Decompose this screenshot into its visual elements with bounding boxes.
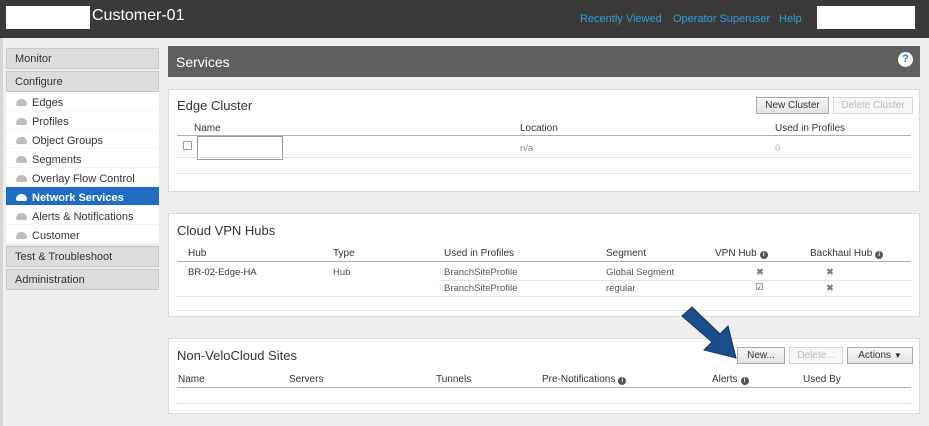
sidebar-item-segments[interactable]: Segments bbox=[6, 149, 159, 168]
page-title: Services bbox=[176, 54, 230, 70]
cloud-icon bbox=[16, 175, 27, 182]
help-link[interactable]: Help bbox=[779, 12, 802, 26]
row-checkbox[interactable] bbox=[183, 141, 192, 150]
column-header-used-in-profiles[interactable]: Used in Profiles bbox=[444, 248, 514, 259]
hub-name[interactable]: BR-02-Edge-HA bbox=[188, 267, 257, 278]
hub-profile[interactable]: BranchSiteProfile bbox=[444, 267, 517, 278]
hub-type: Hub bbox=[333, 267, 351, 278]
sidebar-configure[interactable]: Configure bbox=[6, 71, 159, 92]
info-icon[interactable]: i bbox=[740, 377, 749, 385]
row-divider bbox=[177, 310, 911, 311]
backhaul-cross-icon: ✖ bbox=[826, 283, 834, 294]
edge-cluster-title: Edge Cluster bbox=[177, 98, 253, 113]
row-divider bbox=[439, 280, 911, 281]
vpn-hubs-title: Cloud VPN Hubs bbox=[177, 223, 276, 238]
sidebar-monitor[interactable]: Monitor bbox=[6, 48, 159, 69]
recently-viewed-link[interactable]: Recently Viewed bbox=[580, 12, 662, 26]
customer-title: Customer-01 bbox=[92, 7, 185, 24]
non-velocloud-sites-panel: Non-VeloCloud Sites New... Delete... Act… bbox=[168, 338, 920, 414]
column-header-tunnels[interactable]: Tunnels bbox=[436, 374, 471, 385]
cluster-used-count: 0 bbox=[775, 143, 781, 154]
cloud-icon bbox=[16, 232, 27, 239]
row-divider bbox=[177, 403, 911, 404]
sidebar-test-troubleshoot[interactable]: Test & Troubleshoot bbox=[6, 246, 159, 267]
column-header-backhaul-hub[interactable]: Backhaul Hub i bbox=[810, 248, 884, 259]
column-header-used-by[interactable]: Used By bbox=[803, 374, 841, 385]
sidebar-administration[interactable]: Administration bbox=[6, 269, 159, 290]
sidebar-item-customer[interactable]: Customer bbox=[6, 225, 159, 244]
cloud-icon bbox=[16, 118, 27, 125]
row-divider bbox=[177, 157, 911, 158]
caret-down-icon: ▼ bbox=[893, 351, 902, 360]
sidebar-item-overlay-flow-control[interactable]: Overlay Flow Control bbox=[6, 168, 159, 187]
delete-nvs-button[interactable]: Delete... bbox=[789, 347, 843, 364]
cloud-icon bbox=[16, 137, 27, 144]
column-header-location[interactable]: Location bbox=[520, 123, 558, 134]
row-divider bbox=[177, 296, 911, 297]
actions-button[interactable]: Actions ▼ bbox=[847, 347, 913, 364]
column-header-pre-notifications[interactable]: Pre-Notifications i bbox=[542, 374, 627, 385]
services-header: Services ? bbox=[168, 46, 920, 77]
column-header-hub[interactable]: Hub bbox=[188, 248, 206, 259]
info-icon[interactable]: i bbox=[618, 377, 627, 385]
delete-cluster-button[interactable]: Delete Cluster bbox=[833, 97, 913, 114]
vpn-hub-check-icon: ☑ bbox=[755, 282, 764, 293]
new-nvs-button[interactable]: New... bbox=[737, 347, 785, 364]
sidebar-item-network-services[interactable]: Network Services bbox=[6, 187, 159, 206]
hub-segment: regular bbox=[606, 283, 636, 294]
cluster-location: n/a bbox=[520, 143, 534, 154]
header-divider bbox=[177, 261, 911, 262]
sidebar: Monitor Configure Edges Profiles Object … bbox=[6, 48, 159, 290]
hub-segment: Global Segment bbox=[606, 267, 675, 278]
nvs-title: Non-VeloCloud Sites bbox=[177, 348, 297, 363]
annotation-arrow-icon bbox=[681, 306, 737, 359]
sidebar-item-object-groups[interactable]: Object Groups bbox=[6, 130, 159, 149]
vpn-hub-cross-icon: ✖ bbox=[756, 267, 764, 278]
sidebar-item-profiles[interactable]: Profiles bbox=[6, 111, 159, 130]
column-header-used-in-profiles[interactable]: Used in Profiles bbox=[775, 123, 845, 134]
info-icon[interactable]: i bbox=[759, 251, 768, 259]
column-header-name[interactable]: Name bbox=[178, 374, 205, 385]
sidebar-item-alerts-notifications[interactable]: Alerts & Notifications bbox=[6, 206, 159, 225]
search-input[interactable] bbox=[817, 6, 915, 29]
hub-profile[interactable]: BranchSiteProfile bbox=[444, 283, 517, 294]
top-bar: Customer-01 Recently Viewed Operator Sup… bbox=[0, 0, 929, 38]
new-cluster-button[interactable]: New Cluster bbox=[756, 97, 829, 114]
help-icon[interactable]: ? bbox=[898, 52, 913, 67]
column-header-segment[interactable]: Segment bbox=[606, 248, 646, 259]
edge-cluster-panel: Edge Cluster New Cluster Delete Cluster … bbox=[168, 89, 920, 192]
column-header-type[interactable]: Type bbox=[333, 248, 355, 259]
column-header-name[interactable]: Name bbox=[194, 123, 221, 134]
backhaul-cross-icon: ✖ bbox=[826, 267, 834, 278]
column-header-vpn-hub[interactable]: VPN Hub i bbox=[715, 248, 768, 259]
column-header-servers[interactable]: Servers bbox=[289, 374, 323, 385]
info-icon[interactable]: i bbox=[875, 251, 884, 259]
cloud-icon bbox=[16, 213, 27, 220]
cloud-icon bbox=[16, 99, 27, 106]
row-divider bbox=[177, 173, 911, 174]
header-divider bbox=[177, 387, 911, 388]
cloud-icon bbox=[16, 194, 27, 201]
header-divider bbox=[177, 135, 911, 136]
operator-superuser-link[interactable]: Operator Superuser bbox=[673, 12, 770, 26]
logo-placeholder bbox=[6, 6, 90, 29]
column-header-alerts[interactable]: Alerts i bbox=[712, 374, 749, 385]
cloud-icon bbox=[16, 156, 27, 163]
sidebar-item-edges[interactable]: Edges bbox=[6, 92, 159, 111]
cloud-vpn-hubs-panel: Cloud VPN Hubs Hub Type Used in Profiles… bbox=[168, 213, 920, 317]
